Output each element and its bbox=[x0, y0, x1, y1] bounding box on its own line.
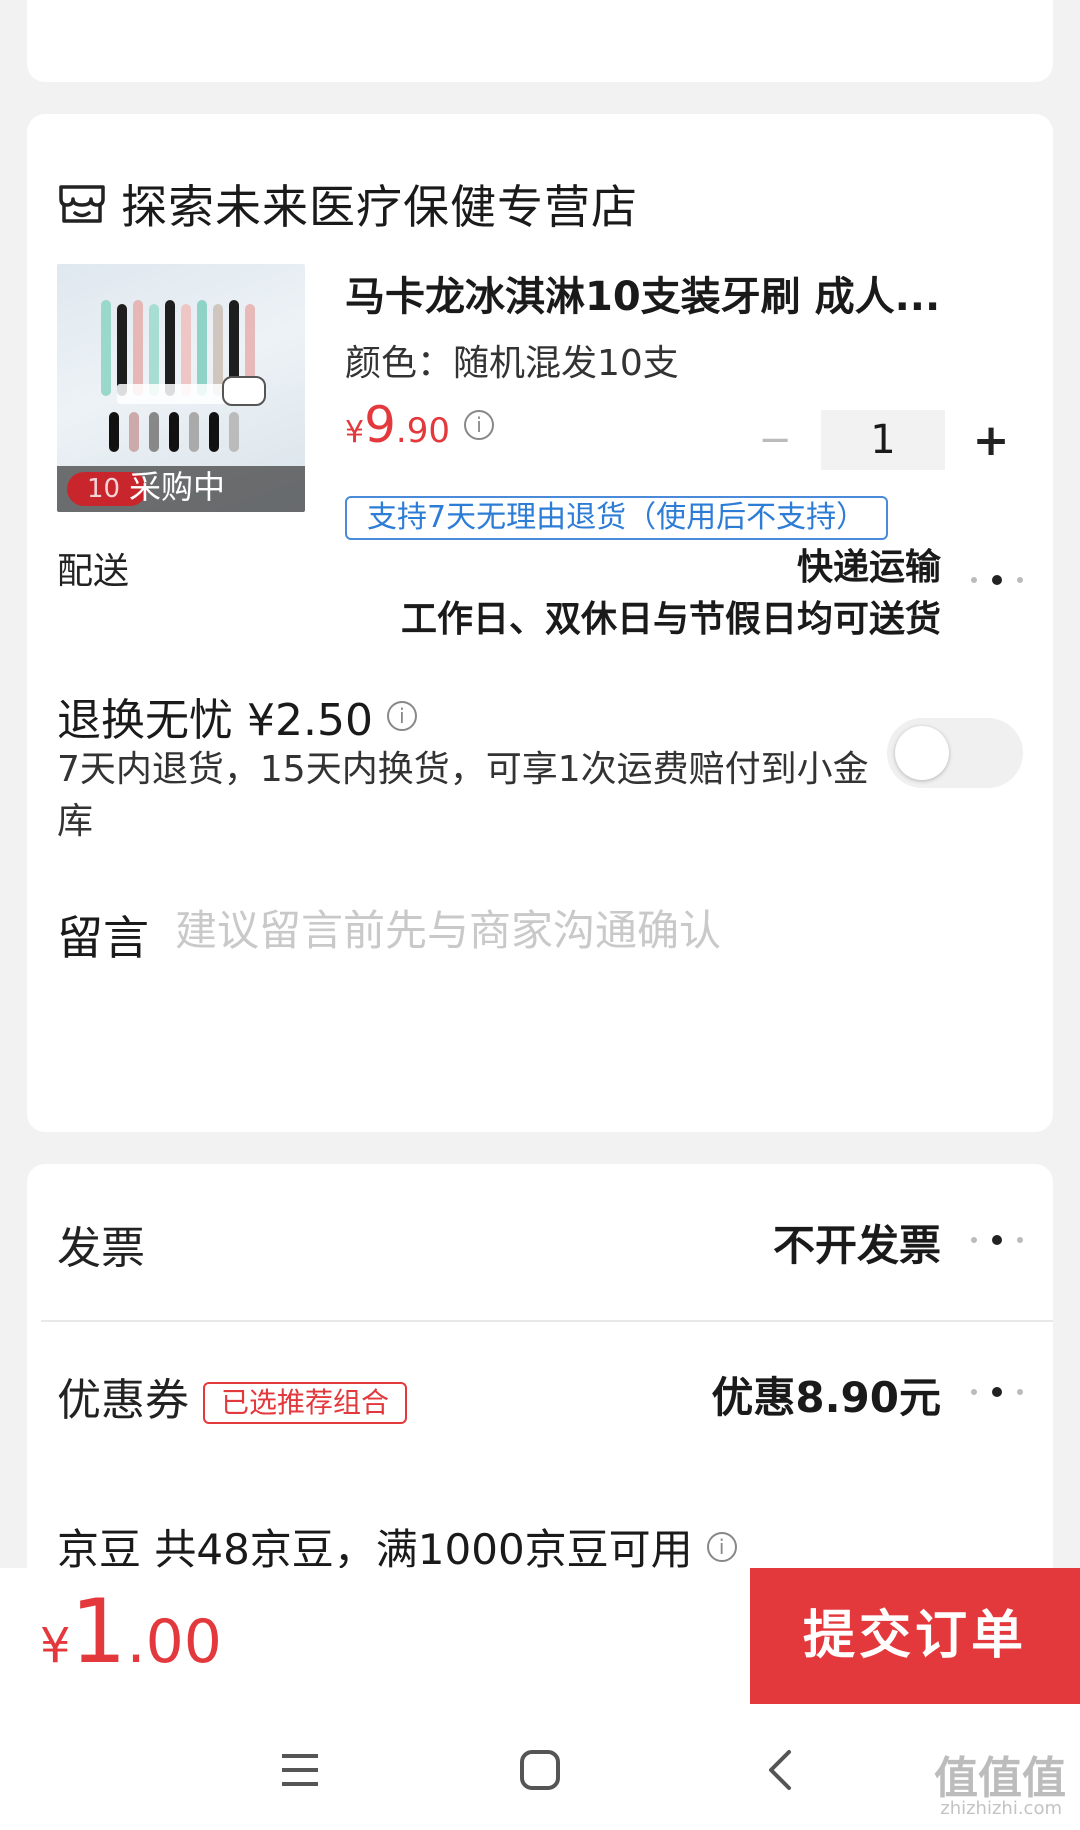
price-integer: 9 bbox=[364, 396, 396, 454]
delivery-more-icon[interactable] bbox=[971, 570, 1023, 590]
insurance-toggle[interactable] bbox=[887, 718, 1023, 788]
previous-section-card bbox=[27, 0, 1053, 82]
quantity-value[interactable]: 1 bbox=[821, 410, 945, 470]
invoice-value[interactable]: 不开发票 bbox=[773, 1212, 941, 1273]
purchasing-overlay: 10 采购中 bbox=[57, 466, 305, 512]
delivery-label: 配送 bbox=[57, 551, 130, 592]
product-price: ¥ 9 .90 i bbox=[345, 396, 494, 454]
coupon-badge: 已选推荐组合 bbox=[203, 1382, 408, 1424]
total-integer: 1 bbox=[70, 1580, 127, 1683]
toggle-knob bbox=[895, 726, 949, 780]
invoice-more-icon[interactable] bbox=[971, 1230, 1023, 1250]
total-currency: ¥ bbox=[40, 1618, 71, 1674]
insurance-title-row: 退换无忧 ¥2.50 i bbox=[57, 684, 417, 748]
store-header[interactable]: 探索未来医疗保健专营店 bbox=[57, 164, 638, 244]
store-name: 探索未来医疗保健专营店 bbox=[121, 180, 638, 234]
recent-apps-icon[interactable] bbox=[260, 1740, 340, 1800]
quantity-minus-button[interactable]: − bbox=[747, 417, 803, 463]
delivery-method[interactable]: 快递运输 bbox=[797, 538, 941, 590]
total-decimal: .00 bbox=[126, 1607, 222, 1677]
quantity-plus-button[interactable]: + bbox=[963, 415, 1019, 466]
watermark-domain: zhizhizhi.com bbox=[940, 1798, 1062, 1819]
delivery-schedule[interactable]: 工作日、双休日与节假日均可送货 bbox=[401, 590, 941, 642]
order-card: 探索未来医疗保健专营店 10 采购中 马卡龙冰淇淋10支装牙刷 成人... 颜色… bbox=[27, 114, 1053, 1132]
home-icon[interactable] bbox=[500, 1740, 580, 1800]
coupon-row-label: 优惠券 已选推荐组合 bbox=[57, 1364, 408, 1428]
store-icon bbox=[57, 181, 107, 227]
purchasing-status: 采购中 bbox=[129, 468, 226, 506]
insurance-title: 退换无忧 ¥2.50 bbox=[57, 695, 373, 746]
price-decimal: .90 bbox=[395, 411, 450, 451]
system-navigation-bar bbox=[0, 1710, 1080, 1830]
product-title[interactable]: 马卡龙冰淇淋10支装牙刷 成人... bbox=[345, 264, 1005, 322]
package-mascot bbox=[222, 376, 266, 406]
invoice-label: 发票 bbox=[57, 1223, 145, 1274]
back-icon[interactable] bbox=[740, 1740, 820, 1800]
insurance-description: 7天内退货，15天内换货，可享1次运费赔付到小金库 bbox=[57, 749, 869, 842]
price-currency: ¥ bbox=[345, 415, 365, 450]
coupon-label: 优惠券 bbox=[57, 1375, 189, 1426]
product-variant[interactable]: 颜色：随机混发10支 bbox=[345, 334, 679, 386]
beans-info-icon[interactable]: i bbox=[706, 1531, 737, 1562]
divider bbox=[41, 1320, 1053, 1322]
checkout-bar: ¥ 1 .00 提交订单 bbox=[0, 1568, 1080, 1710]
coupon-more-icon[interactable] bbox=[971, 1382, 1023, 1402]
order-total: ¥ 1 .00 bbox=[40, 1580, 222, 1683]
submit-order-button[interactable]: 提交订单 bbox=[750, 1568, 1080, 1704]
price-info-icon[interactable]: i bbox=[463, 410, 494, 440]
message-input[interactable] bbox=[175, 900, 995, 960]
insurance-info-icon[interactable]: i bbox=[386, 701, 417, 731]
quantity-stepper: − 1 + bbox=[747, 410, 1019, 470]
watermark-logo: 值值值 bbox=[934, 1753, 1066, 1804]
coupon-value[interactable]: 优惠8.90元 bbox=[711, 1364, 941, 1425]
product-image[interactable]: 10 采购中 bbox=[57, 264, 305, 512]
count-badge-text: 10 bbox=[87, 474, 121, 504]
return-policy-tag: 支持7天无理由退货（使用后不支持） bbox=[345, 496, 889, 540]
message-label: 留言 bbox=[57, 911, 149, 965]
